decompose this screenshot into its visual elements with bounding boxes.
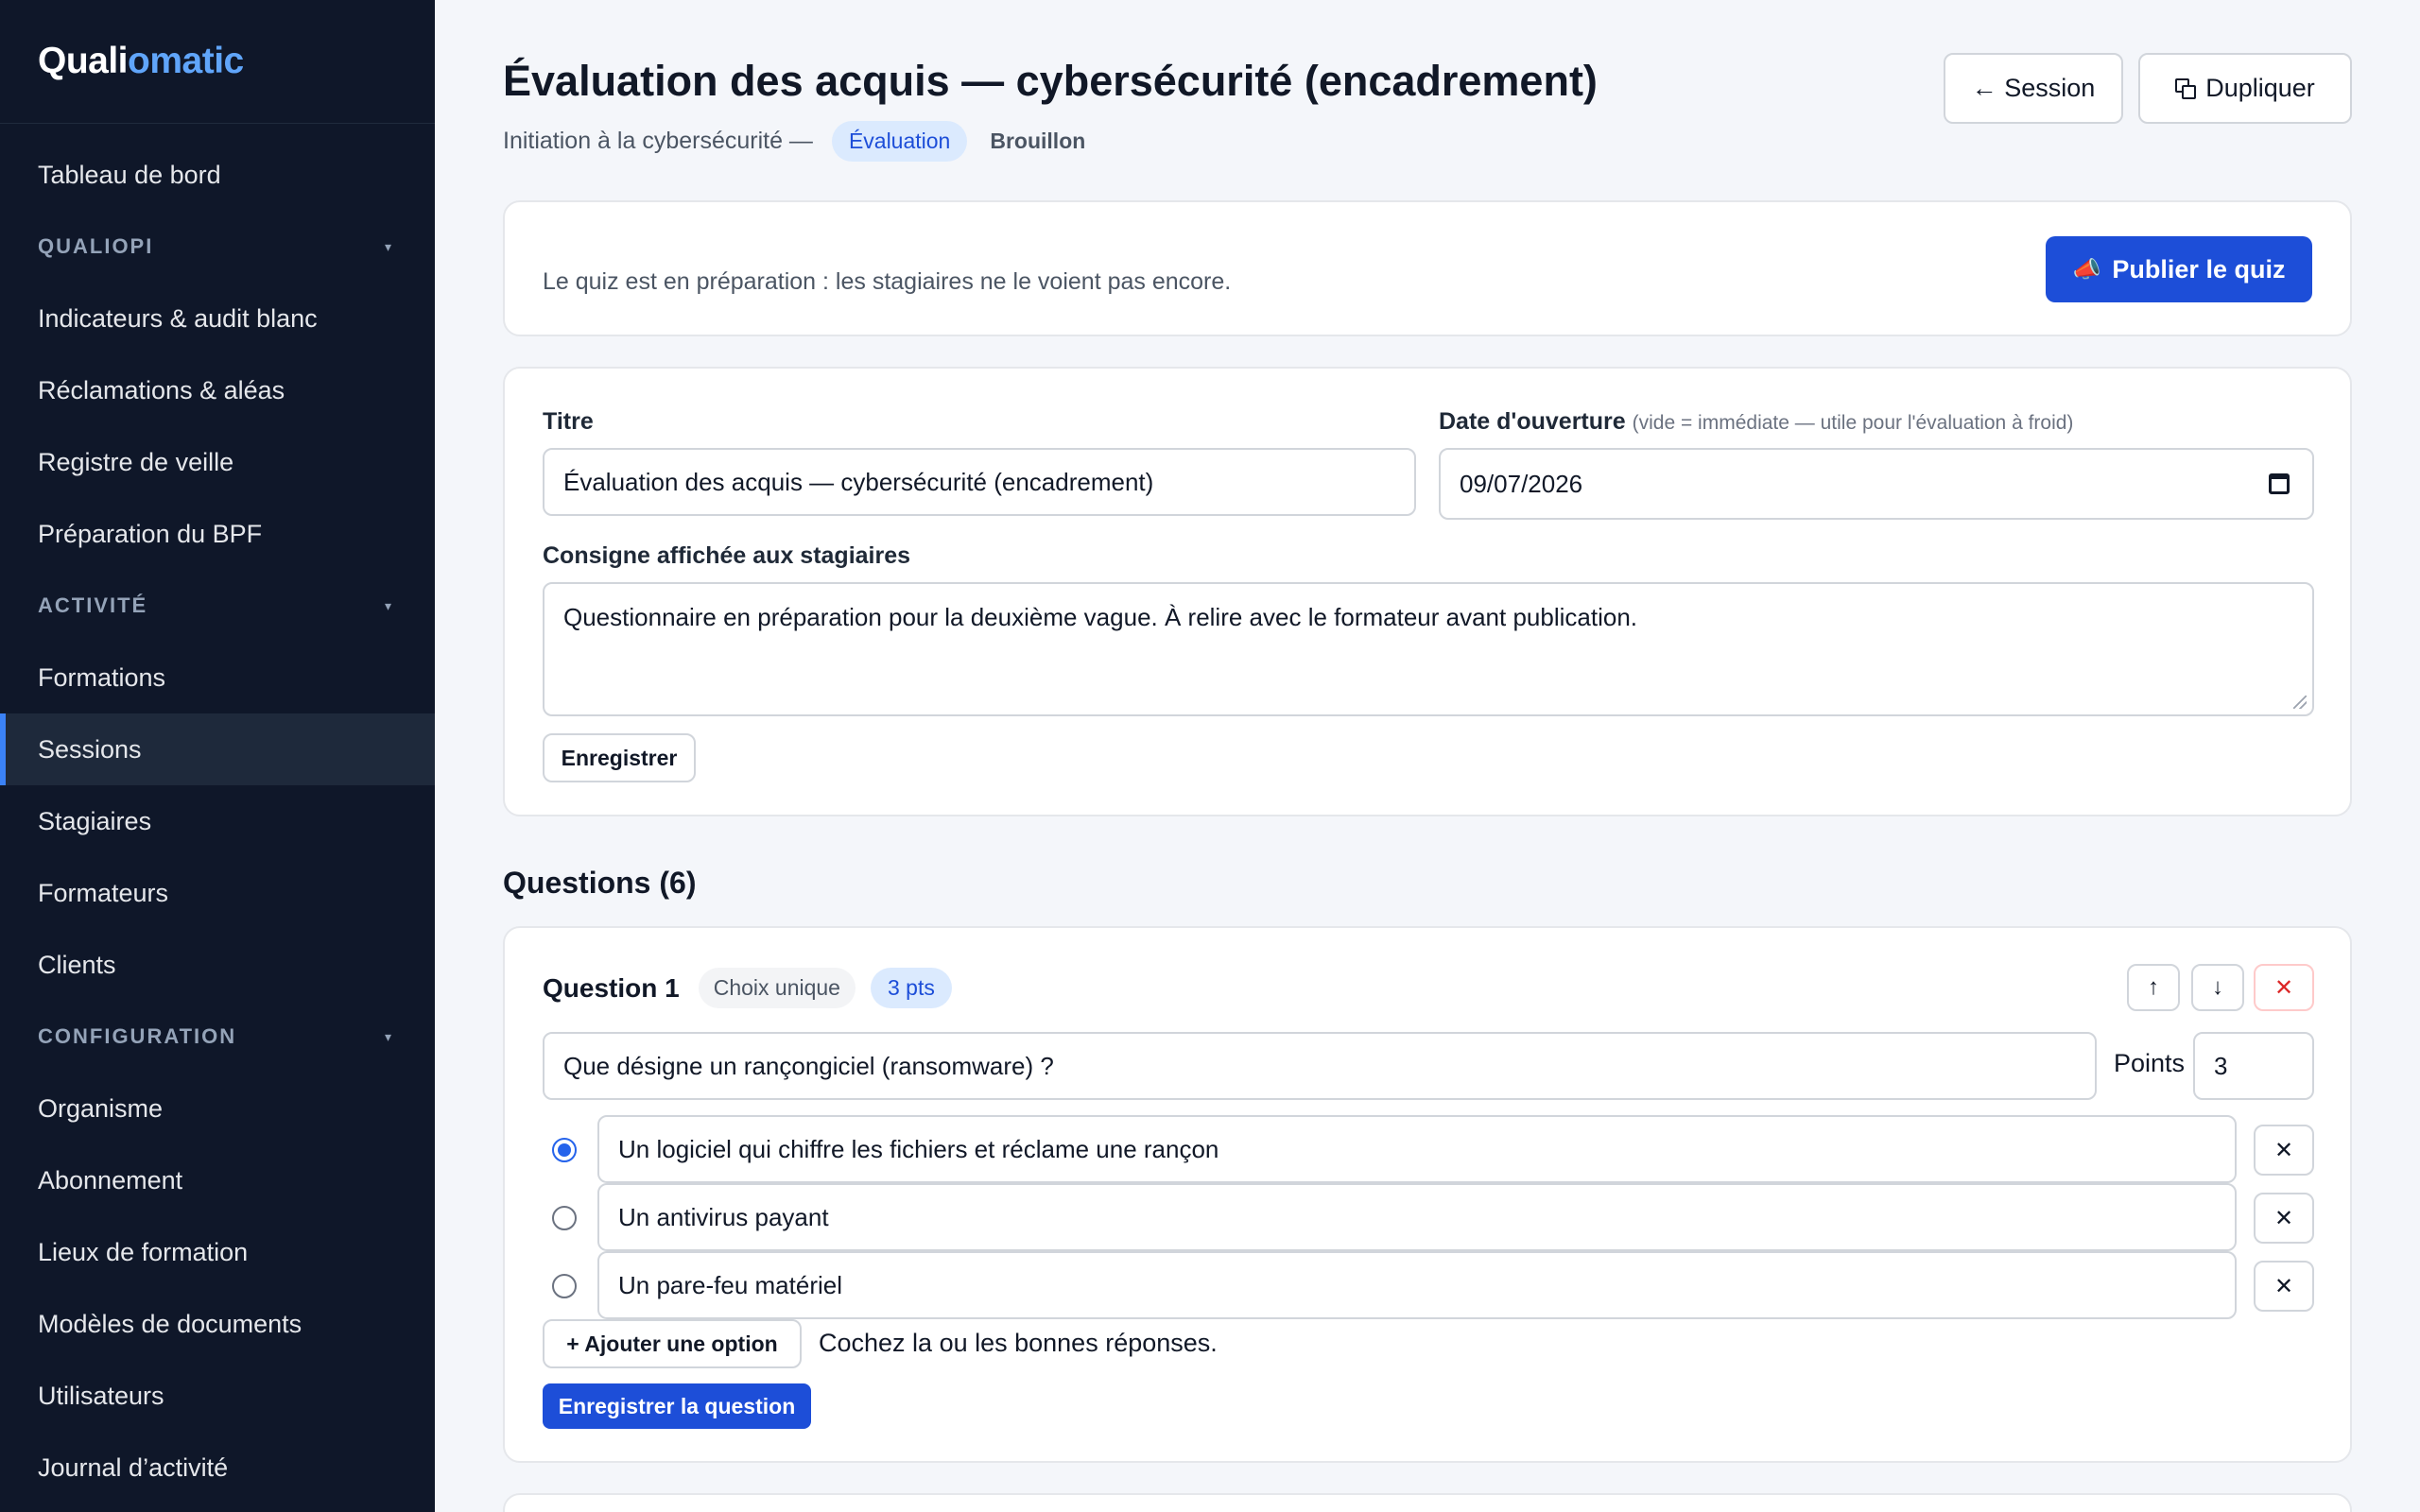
sidebar-section-qualiopi[interactable]: QUALIOPI ▾ [0,211,435,283]
back-to-session-button[interactable]: ← Session [1944,53,2123,124]
caret-down-icon: ▾ [384,597,393,613]
page-title: Évaluation des acquis — cybersécurité (e… [503,57,1598,105]
points-input[interactable]: 3 [2193,1032,2314,1100]
draft-notice-text: Le quiz est en préparation : les stagiai… [543,268,1232,295]
question-number: Question 1 [543,972,680,1003]
sidebar-section-label: QUALIOPI [38,234,154,258]
brand-logo[interactable]: Quali omatic [0,0,435,124]
instructions-textarea[interactable]: Questionnaire en préparation pour la deu… [543,582,2314,716]
sidebar-section-activity[interactable]: ACTIVITÉ ▾ [0,570,435,642]
sidebar-item-bpf[interactable]: Préparation du BPF [0,498,435,570]
type-badge: Évaluation [831,121,968,162]
title-input[interactable]: Évaluation des acquis — cybersécurité (e… [543,448,1416,516]
option-correct-radio[interactable] [552,1274,577,1298]
sidebar: Quali omatic Tableau de bord QUALIOPI ▾ I… [0,0,435,1512]
sidebar-section-label: CONFIGURATION [38,1024,237,1048]
remove-option-button[interactable]: ✕ [2254,1193,2314,1244]
instructions-value: Questionnaire en préparation pour la deu… [563,603,1638,631]
save-settings-button[interactable]: Enregistrer [543,733,696,782]
close-icon: ✕ [2273,1137,2294,1163]
opening-date-hint: (vide = immédiate — utile pour l'évaluat… [1632,412,2074,434]
sidebar-section-label: ACTIVITÉ [38,593,148,617]
sidebar-item-sessions[interactable]: Sessions [0,713,435,785]
move-up-button[interactable]: ↑ [2127,964,2180,1011]
sidebar-item-trainings[interactable]: Formations [0,642,435,713]
sidebar-section-configuration[interactable]: CONFIGURATION ▾ [0,1001,435,1073]
quiz-settings-card: Titre Évaluation des acquis — cybersécur… [503,367,2352,816]
sidebar-item-clients[interactable]: Clients [0,929,435,1001]
duplicate-icon [2175,77,2197,99]
question-text-input[interactable]: Que désigne un rançongiciel (ransomware)… [543,1032,2097,1100]
option-text-input[interactable]: Un pare-feu matériel [597,1251,2237,1319]
brand-name-part1: Quali [38,41,129,81]
delete-question-button[interactable]: ✕ [2254,964,2314,1011]
status-badge: Brouillon [990,129,1086,153]
opening-date-label-text: Date d'ouverture [1439,408,1626,435]
close-icon: ✕ [2273,1205,2294,1231]
question-card: Question 1 Choix unique 3 pts ↑ ↓ ✕ Que … [503,926,2352,1463]
option-text-input[interactable]: Un logiciel qui chiffre les fichiers et … [597,1115,2237,1183]
megaphone-icon: 📣 [2072,256,2101,283]
duplicate-button[interactable]: Dupliquer [2138,53,2352,124]
sidebar-nav: Tableau de bord QUALIOPI ▾ Indicateurs &… [0,124,435,1503]
sidebar-item-trainees[interactable]: Stagiaires [0,785,435,857]
opening-date-label: Date d'ouverture (vide = immédiate — uti… [1439,408,2073,436]
resize-handle-icon[interactable] [2293,696,2307,709]
caret-down-icon: ▾ [384,238,393,254]
publish-quiz-button[interactable]: 📣 Publier le quiz [2046,236,2312,302]
question-header: Question 1 Choix unique 3 pts [543,968,952,1008]
caret-down-icon: ▾ [384,1028,393,1044]
remove-option-button[interactable]: ✕ [2254,1261,2314,1312]
sidebar-item-indicators[interactable]: Indicateurs & audit blanc [0,283,435,354]
instructions-label: Consigne affichée aux stagiaires [543,542,911,569]
breadcrumb: Initiation à la cybersécurité — Évaluati… [503,121,1089,162]
sidebar-item-organization[interactable]: Organisme [0,1073,435,1144]
sidebar-item-dashboard[interactable]: Tableau de bord [0,139,435,211]
sidebar-item-locations[interactable]: Lieux de formation [0,1216,435,1288]
sidebar-item-users[interactable]: Utilisateurs [0,1360,435,1432]
move-down-button[interactable]: ↓ [2191,964,2244,1011]
title-label: Titre [543,408,594,435]
sidebar-item-trainers[interactable]: Formateurs [0,857,435,929]
points-label: Points [2114,1049,2186,1077]
publish-notice-card: Le quiz est en préparation : les stagiai… [503,200,2352,336]
close-icon: ✕ [2273,1273,2294,1299]
arrow-up-icon: ↑ [2148,974,2159,1000]
opening-date-input[interactable]: 09/07/2026 [1439,448,2314,520]
option-text-input[interactable]: Un antivirus payant [597,1183,2237,1251]
remove-option-button[interactable]: ✕ [2254,1125,2314,1176]
add-option-button[interactable]: + Ajouter une option [543,1319,802,1368]
course-name: Initiation à la cybersécurité — [503,128,813,154]
sidebar-item-claims[interactable]: Réclamations & aléas [0,354,435,426]
publish-quiz-label: Publier le quiz [2112,254,2286,284]
brand-name-part2: omatic [128,41,244,81]
arrow-down-icon: ↓ [2212,974,2223,1000]
sidebar-item-templates[interactable]: Modèles de documents [0,1288,435,1360]
correct-answers-hint: Cochez la ou les bonnes réponses. [819,1329,1218,1357]
question-type-badge: Choix unique [698,968,856,1008]
question-points-badge: 3 pts [870,968,952,1008]
questions-section-title: Questions (6) [503,866,697,900]
calendar-icon[interactable] [2269,473,2290,494]
question-card [503,1493,2352,1512]
option-correct-radio[interactable] [552,1206,577,1230]
duplicate-label: Dupliquer [2205,74,2315,102]
close-icon: ✕ [2273,974,2294,1001]
save-question-button[interactable]: Enregistrer la question [543,1383,811,1429]
sidebar-item-log[interactable]: Journal d’activité [0,1432,435,1503]
sidebar-item-watch[interactable]: Registre de veille [0,426,435,498]
opening-date-value: 09/07/2026 [1460,469,1583,498]
option-correct-radio[interactable] [552,1138,577,1162]
sidebar-item-subscription[interactable]: Abonnement [0,1144,435,1216]
